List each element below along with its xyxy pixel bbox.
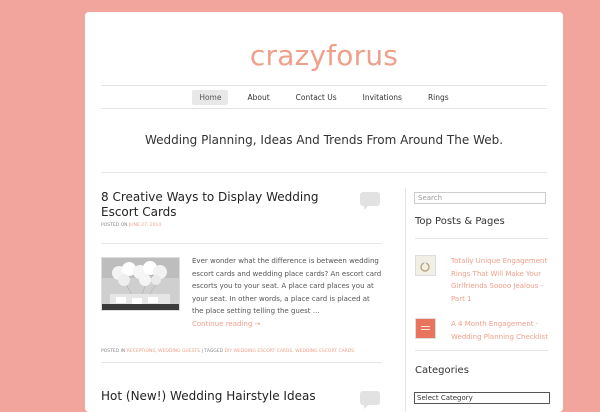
search-input[interactable]: Search	[414, 192, 546, 204]
balloons-image	[102, 258, 179, 310]
categories-title: Categories	[415, 365, 469, 376]
widget-divider	[415, 350, 548, 351]
post-footer-meta: POSTED IN RECEPTIONS, WEDDING GUESTS | T…	[101, 349, 382, 354]
posted-on-label: POSTED ON	[101, 223, 128, 228]
nav-item-contact-us[interactable]: Contact Us	[289, 90, 344, 105]
post-excerpt-text: Ever wonder what the difference is betwe…	[192, 257, 382, 316]
post-divider	[101, 243, 382, 244]
top-posts-title: Top Posts & Pages	[415, 216, 505, 227]
post-excerpt: Ever wonder what the difference is betwe…	[192, 255, 382, 331]
page-container: crazyforus Home About Contact Us Invitat…	[85, 12, 563, 412]
comment-bubble-icon[interactable]	[360, 192, 380, 210]
main-navigation: Home About Contact Us Invitations Rings	[101, 85, 547, 109]
post-body: Ever wonder what the difference is betwe…	[101, 255, 382, 331]
site-tagline: Wedding Planning, Ideas And Trends From …	[144, 133, 504, 147]
post-thumbnail[interactable]	[101, 257, 180, 311]
tagged-label: TAGGED	[204, 348, 224, 354]
posted-in-label: POSTED IN	[101, 348, 126, 354]
post: Hot (New!) Wedding Hairstyle Ideas	[101, 389, 382, 409]
site-title[interactable]: crazyforus	[85, 39, 563, 72]
post-footer-divider	[101, 361, 382, 363]
post-date-meta: POSTED ON JUNE 27, 2014	[101, 223, 382, 228]
header-divider	[101, 172, 547, 173]
post-title[interactable]: 8 Creative Ways to Display Wedding Escor…	[101, 190, 351, 220]
sidebar: Search Top Posts & Pages Totally Unique …	[405, 188, 550, 412]
top-post-item[interactable]: Totally Unique Engagement Rings That Wil…	[415, 255, 548, 305]
nav-item-home[interactable]: Home	[192, 89, 229, 105]
category-select[interactable]: Select Category	[414, 392, 550, 404]
top-post-link[interactable]: A 4 Month Engagement - Wedding Planning …	[451, 318, 548, 343]
top-post-link[interactable]: Totally Unique Engagement Rings That Wil…	[451, 255, 548, 305]
checklist-image	[416, 319, 435, 338]
post-tags[interactable]: DIY WEDDING ESCORT CARDS, WEDDING ESCORT…	[225, 349, 355, 354]
main-content: 8 Creative Ways to Display Wedding Escor…	[101, 188, 382, 409]
nav-item-about[interactable]: About	[240, 90, 276, 105]
ring-image	[416, 256, 435, 275]
top-post-thumbnail[interactable]	[415, 255, 436, 276]
widget-divider	[415, 238, 548, 239]
nav-item-rings[interactable]: Rings	[421, 90, 456, 105]
top-post-item[interactable]: A 4 Month Engagement - Wedding Planning …	[415, 318, 548, 343]
comment-bubble-icon[interactable]	[360, 390, 380, 409]
top-post-thumbnail[interactable]	[415, 318, 436, 339]
post-title[interactable]: Hot (New!) Wedding Hairstyle Ideas	[101, 389, 351, 404]
nav-item-invitations[interactable]: Invitations	[356, 90, 409, 105]
post-categories[interactable]: RECEPTIONS, WEDDING GUESTS	[127, 349, 200, 354]
continue-reading-link[interactable]: Continue reading →	[192, 320, 260, 328]
post-date[interactable]: JUNE 27, 2014	[129, 223, 161, 228]
post: 8 Creative Ways to Display Wedding Escor…	[101, 190, 382, 363]
